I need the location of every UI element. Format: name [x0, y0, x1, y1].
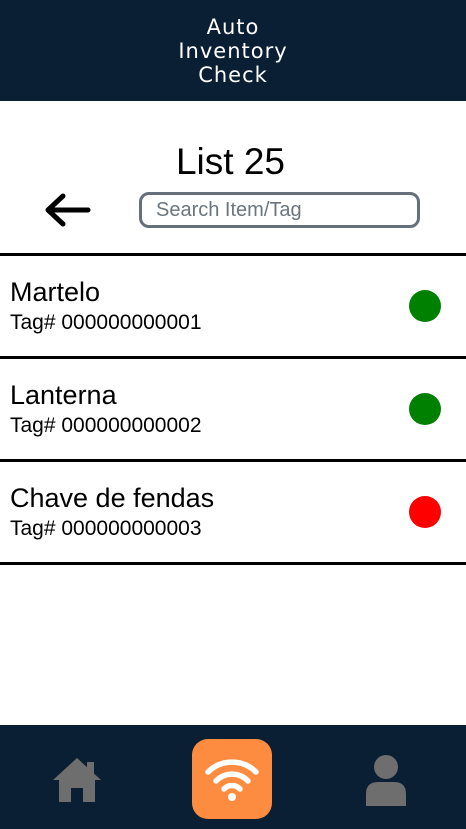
nav-scan-button[interactable] [192, 739, 272, 819]
home-icon [53, 758, 101, 802]
list-item[interactable]: Martelo Tag# 000000000001 [0, 253, 466, 356]
arrow-left-icon [45, 193, 91, 227]
status-indicator [409, 496, 441, 528]
item-tag: Tag# 000000000003 [10, 517, 202, 540]
user-icon [366, 755, 406, 806]
top-bar: Auto Inventory Check [0, 0, 466, 101]
page-title: List 25 [0, 140, 466, 184]
bottom-nav [0, 725, 466, 829]
item-name: Lanterna [10, 380, 117, 410]
item-tag: Tag# 000000000002 [10, 414, 202, 437]
status-indicator [409, 393, 441, 425]
list-title-label: List 25 [175, 141, 285, 182]
list-item[interactable]: Chave de fendas Tag# 000000000003 [0, 459, 466, 565]
nav-profile-button[interactable] [358, 751, 414, 809]
wifi-icon [205, 759, 259, 801]
search-input[interactable] [156, 198, 417, 222]
status-indicator [409, 290, 441, 322]
list-item[interactable]: Lanterna Tag# 000000000002 [0, 356, 466, 459]
item-name: Chave de fendas [10, 483, 215, 513]
item-tag: Tag# 000000000001 [10, 311, 202, 334]
back-button[interactable] [40, 190, 94, 230]
search-box[interactable] [139, 192, 420, 228]
nav-home-button[interactable] [48, 753, 106, 807]
item-list: Martelo Tag# 000000000001 Lanterna Tag# … [0, 253, 466, 565]
app-title: Auto Inventory Check [178, 14, 288, 87]
item-name: Martelo [10, 277, 101, 307]
